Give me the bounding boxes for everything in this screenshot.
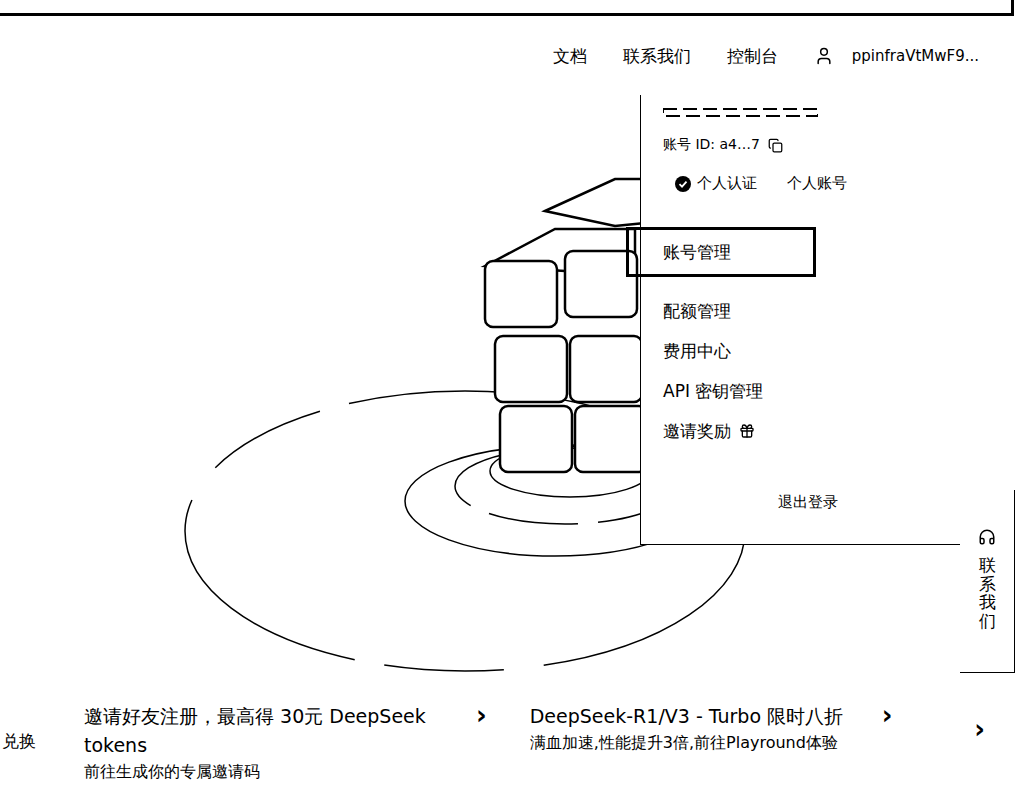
menu-item[interactable]: 配额管理 [641,291,975,331]
account-id: 账号 ID: a4…7 [663,136,975,154]
banner-row: 兑换 邀请好友注册，最高得 30元 DeepSeek tokens前往生成你的专属… [0,682,1035,812]
headset-icon [978,528,996,546]
banner-chevron: › [476,702,487,728]
account-badge: 个人账号 [787,174,847,193]
account-menu: 账号 ID: a4…7 个人认证 个人账号账号管理配额管理费用中心API 密钥管理邀… [640,95,975,545]
top-nav: 文档 联系我们 控制台 ppinfraVtMwF9... [0,40,1035,72]
cut-banner-label[interactable]: 兑换 [0,730,44,753]
gift-icon [739,423,755,439]
logout-button[interactable]: 退出登录 [770,489,846,516]
menu-item[interactable]: 邀请奖励 [641,411,975,451]
redacted-name [663,106,818,120]
menu-list: 账号管理配额管理费用中心API 密钥管理邀请奖励 [641,227,975,451]
user-menu[interactable]: ppinfraVtMwF9... [814,46,979,66]
user-icon [814,46,834,66]
page: 文档联系我们控制台ppinfraVtMwF9...兑换邀请好友注册，最高得 30… [0,0,1035,812]
banner-subtitle: 满血加速,性能提升3倍,前往Playround体验 [530,731,870,755]
banner-title: DeepSeek-R1/V3 - Turbo 限时八折 [530,702,870,731]
promo-banner[interactable]: DeepSeek-R1/V3 - Turbo 限时八折满血加速,性能提升3倍,前… [530,702,893,755]
account-badge: 个人认证 [675,174,757,193]
copy-icon[interactable] [768,138,783,153]
contact-label: 联系我们 [979,556,996,631]
contact-tab[interactable]: 联系我们 [960,490,1015,673]
menu-item[interactable]: 费用中心 [641,331,975,371]
badge-row: 个人认证 个人账号 [675,174,975,193]
menu-item[interactable]: API 密钥管理 [641,371,975,411]
menu-item[interactable]: 账号管理 [626,227,816,277]
verified-icon [675,176,691,192]
top-frame [0,0,1014,16]
banner-title: 邀请好友注册，最高得 30元 DeepSeek tokens [84,702,464,760]
promo-banner[interactable]: 邀请好友注册，最高得 30元 DeepSeek tokens前往生成你的专属邀请… [84,702,487,784]
banner-chevron: › [882,702,893,728]
nav-link[interactable]: 联系我们 [623,45,691,68]
banner-subtitle: 前往生成你的专属邀请码 [84,760,464,784]
next-button[interactable]: › [974,716,985,742]
user-name[interactable]: ppinfraVtMwF9... [852,47,979,65]
nav-link[interactable]: 文档 [553,45,587,68]
nav-link[interactable]: 控制台 [727,45,778,68]
